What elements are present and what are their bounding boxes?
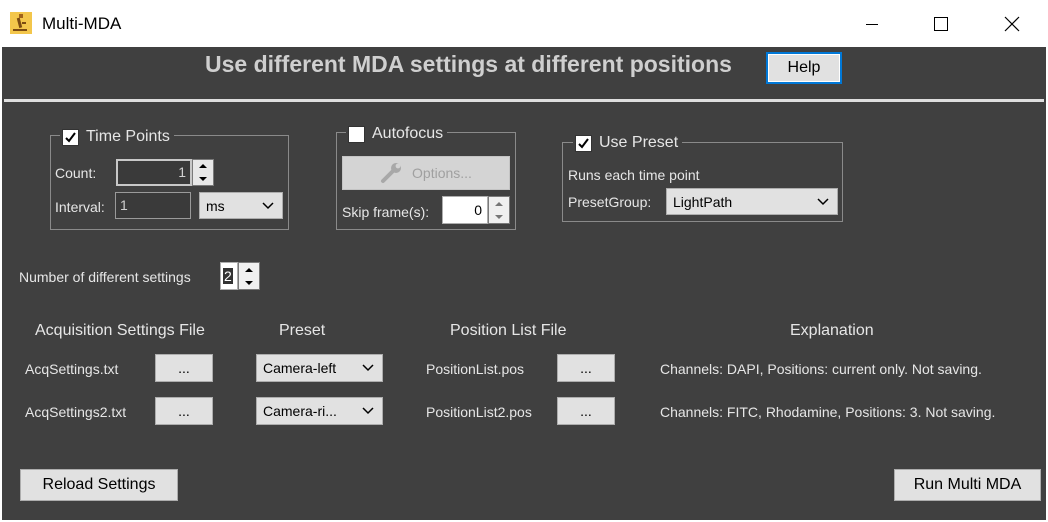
chevron-down-icon — [262, 201, 274, 209]
use-preset-legend: Use Preset — [573, 133, 683, 153]
wrench-icon — [381, 163, 402, 183]
count-up-arrow-icon[interactable] — [193, 160, 213, 173]
position-file-column-header: Position List File — [450, 322, 567, 339]
chevron-down-icon — [817, 197, 829, 205]
time-points-checkbox[interactable] — [62, 128, 79, 146]
position-file-browse-button[interactable]: ... — [557, 354, 615, 382]
autofocus-checkbox[interactable] — [348, 125, 365, 143]
minimize-icon — [866, 23, 878, 25]
count-label: Count: — [55, 165, 97, 181]
skip-up-arrow-icon[interactable] — [489, 197, 509, 210]
preset-group-label: PresetGroup: — [568, 194, 652, 210]
row-preset-dropdown[interactable]: Camera-left — [256, 354, 383, 382]
autofocus-options-button[interactable]: Options... — [342, 156, 510, 190]
use-preset-label: Use Preset — [599, 134, 679, 151]
acq-file-browse-button[interactable]: ... — [155, 397, 213, 425]
position-file-name: PositionList.pos — [426, 361, 525, 377]
row-explanation: Channels: FITC, Rhodamine, Positions: 3.… — [660, 404, 996, 420]
position-file-name: PositionList2.pos — [426, 404, 532, 420]
main-panel: Use different MDA settings at different … — [2, 47, 1046, 520]
reload-settings-button[interactable]: Reload Settings — [20, 469, 178, 501]
position-file-browse-button[interactable]: ... — [557, 397, 615, 425]
count-stepper[interactable] — [192, 159, 214, 186]
interval-label: Interval: — [55, 199, 105, 215]
help-button[interactable]: Help — [766, 52, 842, 84]
close-icon — [1004, 16, 1020, 31]
checkmark-icon — [65, 131, 76, 143]
microscope-app-icon — [10, 12, 32, 34]
maximize-icon — [934, 16, 948, 31]
acq-file-name: AcqSettings2.txt — [25, 404, 127, 420]
skip-down-arrow-icon[interactable] — [489, 210, 509, 223]
preset-group-dropdown[interactable]: LightPath — [666, 188, 838, 215]
maximize-button[interactable] — [918, 0, 964, 47]
row-explanation: Channels: DAPI, Positions: current only.… — [660, 361, 982, 377]
acq-file-column-header: Acquisition Settings File — [35, 322, 205, 339]
checkmark-icon — [578, 137, 589, 149]
chevron-down-icon — [362, 364, 374, 372]
interval-unit-dropdown[interactable]: ms — [199, 192, 283, 219]
title-bar: Multi-MDA — [0, 0, 1048, 47]
settings-count-input[interactable]: 2 — [220, 262, 238, 290]
acq-file-browse-button[interactable]: ... — [155, 354, 213, 382]
interval-input[interactable]: 1 — [115, 192, 191, 219]
close-button[interactable] — [989, 0, 1035, 47]
settings-count-stepper[interactable] — [238, 262, 260, 290]
use-preset-checkbox[interactable] — [575, 134, 592, 152]
preset-note: Runs each time point — [568, 167, 700, 183]
preset-column-header: Preset — [279, 322, 326, 339]
skip-frames-label: Skip frame(s): — [342, 204, 430, 220]
row-preset-dropdown[interactable]: Camera-ri... — [256, 397, 383, 425]
settings-down-arrow-icon[interactable] — [239, 276, 259, 289]
settings-count-label: Number of different settings — [19, 269, 191, 285]
count-down-arrow-icon[interactable] — [193, 173, 213, 186]
autofocus-label: Autofocus — [372, 125, 444, 142]
settings-up-arrow-icon[interactable] — [239, 263, 259, 276]
explanation-column-header: Explanation — [790, 322, 874, 339]
time-points-legend: Time Points — [60, 127, 174, 147]
time-points-label: Time Points — [86, 128, 170, 145]
window-title: Multi-MDA — [42, 14, 122, 33]
chevron-down-icon — [362, 407, 374, 415]
skip-frames-stepper[interactable] — [488, 196, 510, 224]
acq-file-name: AcqSettings.txt — [25, 361, 119, 377]
count-input[interactable]: 1 — [116, 159, 192, 186]
header-divider — [4, 99, 1044, 102]
minimize-button[interactable] — [849, 0, 895, 47]
run-multi-mda-button[interactable]: Run Multi MDA — [894, 469, 1041, 501]
autofocus-legend: Autofocus — [346, 124, 448, 144]
page-title: Use different MDA settings at different … — [205, 51, 732, 77]
skip-frames-input[interactable]: 0 — [442, 196, 488, 224]
